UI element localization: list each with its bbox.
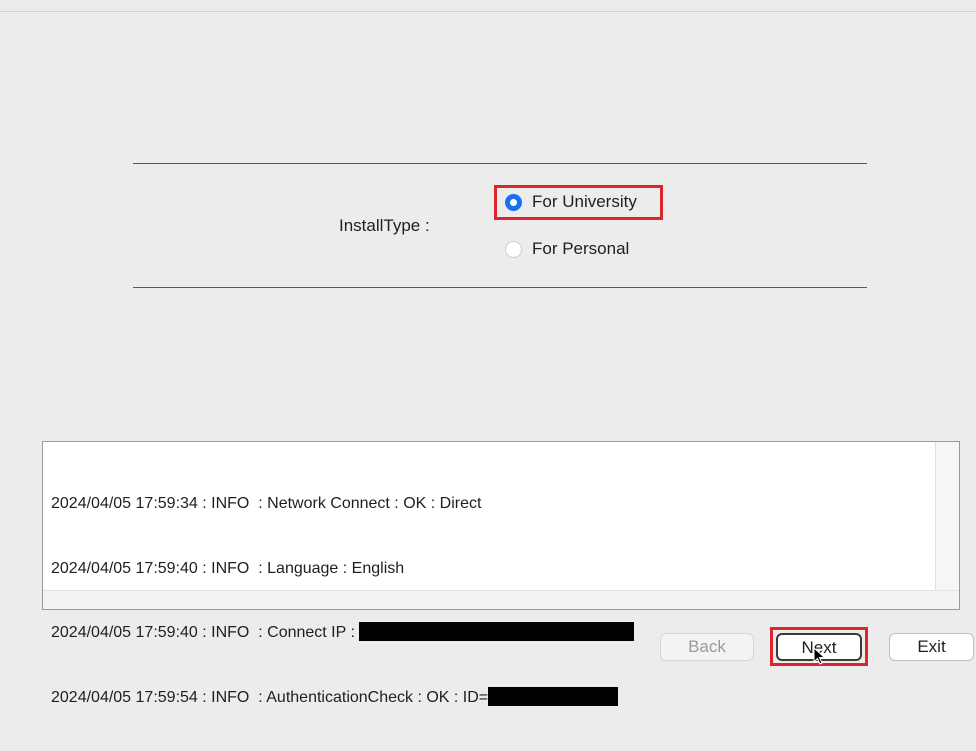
bottom-divider (133, 287, 867, 288)
radio-for-personal-label: For Personal (532, 239, 630, 258)
log-line: 2024/04/05 17:59:54 : INFO : Authenticat… (51, 686, 634, 709)
vertical-scrollbar[interactable] (935, 442, 959, 591)
highlight-for-university (494, 185, 663, 220)
install-type-label: InstallType : (339, 216, 430, 235)
exit-button[interactable]: Exit (889, 633, 974, 661)
redacted-block (488, 686, 619, 706)
top-divider (133, 163, 867, 164)
log-panel[interactable]: 2024/04/05 17:59:34 : INFO : Network Con… (42, 441, 960, 706)
horizontal-scrollbar[interactable] (43, 590, 959, 609)
radio-unselected-icon[interactable] (505, 240, 522, 258)
redacted-block (359, 622, 635, 641)
radio-for-personal[interactable]: For Personal (505, 239, 629, 259)
log-line: 2024/04/05 17:59:34 : INFO : Network Con… (51, 495, 482, 512)
back-button[interactable]: Back (660, 633, 754, 661)
mouse-cursor-icon (813, 647, 826, 665)
window-top-edge (0, 0, 976, 12)
log-line: 2024/04/05 17:59:40 : INFO : Connect IP … (51, 622, 635, 644)
log-line: 2024/04/05 17:59:40 : INFO : Language : … (51, 559, 405, 577)
